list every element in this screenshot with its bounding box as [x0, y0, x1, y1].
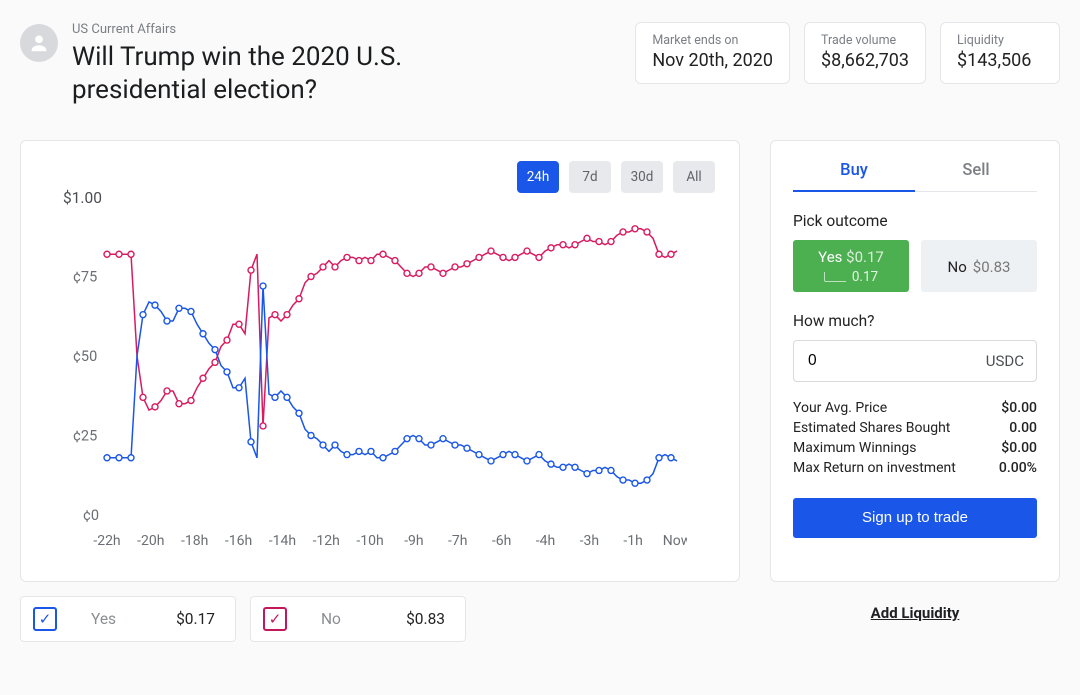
summary-value: $0.00 [1001, 440, 1037, 456]
range-tab-all[interactable]: All [673, 161, 715, 193]
svg-text:-3h: -3h [580, 533, 599, 549]
svg-text:-7h: -7h [448, 533, 467, 549]
outcome-yes-price: $0.17 [846, 248, 884, 266]
tab-buy[interactable]: Buy [793, 161, 915, 192]
range-tab-30d[interactable]: 30d [621, 161, 663, 193]
stat-card-liquidity: Liquidity $143,506 [940, 22, 1060, 84]
svg-text:¢50: ¢50 [73, 348, 97, 365]
signup-to-trade-button[interactable]: Sign up to trade [793, 498, 1037, 538]
svg-text:¢25: ¢25 [73, 428, 97, 445]
legend-no-name: No [321, 610, 341, 628]
stat-value: Nov 20th, 2020 [652, 50, 773, 71]
outcome-no-price: $0.83 [973, 258, 1011, 276]
svg-text:¢75: ¢75 [73, 269, 97, 286]
svg-text:Now: Now [663, 533, 687, 549]
stat-label: Market ends on [652, 33, 773, 48]
summary-label: Max Return on investment [793, 460, 956, 476]
svg-text:-9h: -9h [404, 533, 423, 549]
stat-card-volume: Trade volume $8,662,703 [804, 22, 926, 84]
howmuch-label: How much? [793, 312, 1037, 330]
tab-sell[interactable]: Sell [915, 161, 1037, 192]
checkbox-yes[interactable]: ✓ [33, 607, 57, 631]
svg-text:-4h: -4h [536, 533, 555, 549]
chart-panel: 24h 7d 30d All $1.00 ¢75 ¢50 ¢25 ¢0 -22h -20h -18h… [20, 140, 740, 582]
legend-yes[interactable]: ✓ Yes $0.17 [20, 596, 236, 642]
stat-label: Liquidity [957, 33, 1043, 48]
svg-text:-12h: -12h [313, 533, 340, 549]
svg-text:$1.00: $1.00 [63, 189, 102, 207]
range-tab-7d[interactable]: 7d [569, 161, 611, 193]
avatar [20, 24, 58, 62]
pick-outcome-label: Pick outcome [793, 212, 1037, 230]
summary-value: 0.00 [1009, 420, 1037, 436]
legend-no[interactable]: ✓ No $0.83 [250, 596, 466, 642]
legend-no-price: $0.83 [406, 610, 445, 628]
trade-panel: Buy Sell Pick outcome Yes $0.17 0.17 No … [770, 140, 1060, 582]
outcome-no-button[interactable]: No $0.83 [921, 240, 1037, 292]
stat-label: Trade volume [821, 33, 909, 48]
amount-input-wrap[interactable]: USDC [793, 340, 1037, 382]
stat-value: $143,506 [957, 50, 1043, 71]
market-title: Will Trump win the 2020 U.S. presidentia… [72, 41, 492, 106]
outcome-yes-subprice: 0.17 [852, 269, 878, 286]
svg-text:-22h: -22h [93, 533, 120, 549]
svg-text:-18h: -18h [181, 533, 208, 549]
summary-label: Maximum Winnings [793, 440, 916, 456]
svg-text:-1h: -1h [623, 533, 642, 549]
outcome-yes-name: Yes [818, 248, 842, 266]
checkbox-no[interactable]: ✓ [263, 607, 287, 631]
svg-text:-6h: -6h [492, 533, 511, 549]
legend-yes-price: $0.17 [176, 610, 215, 628]
stat-value: $8,662,703 [821, 50, 909, 71]
summary-label: Your Avg. Price [793, 400, 887, 416]
summary-value: $0.00 [1001, 400, 1037, 416]
price-chart: $1.00 ¢75 ¢50 ¢25 ¢0 -22h -20h -18h -16h -14h -12h… [43, 159, 687, 559]
legend-yes-name: Yes [91, 610, 116, 628]
stat-card-market-ends: Market ends on Nov 20th, 2020 [635, 22, 790, 84]
add-liquidity-link[interactable]: Add Liquidity [770, 604, 1060, 622]
amount-input[interactable] [806, 351, 926, 371]
svg-text:¢0: ¢0 [83, 507, 99, 524]
svg-text:-10h: -10h [356, 533, 383, 549]
range-tab-24h[interactable]: 24h [517, 161, 559, 193]
summary-value: 0.00% [999, 460, 1037, 476]
svg-text:-20h: -20h [137, 533, 164, 549]
summary-label: Estimated Shares Bought [793, 420, 950, 436]
svg-text:-16h: -16h [225, 533, 252, 549]
svg-text:-14h: -14h [269, 533, 296, 549]
outcome-yes-button[interactable]: Yes $0.17 0.17 [793, 240, 909, 292]
outcome-no-name: No [948, 258, 967, 276]
currency-label: USDC [986, 352, 1024, 370]
spark-icon [824, 272, 846, 282]
market-category: US Current Affairs [72, 22, 621, 37]
user-icon [28, 32, 50, 54]
